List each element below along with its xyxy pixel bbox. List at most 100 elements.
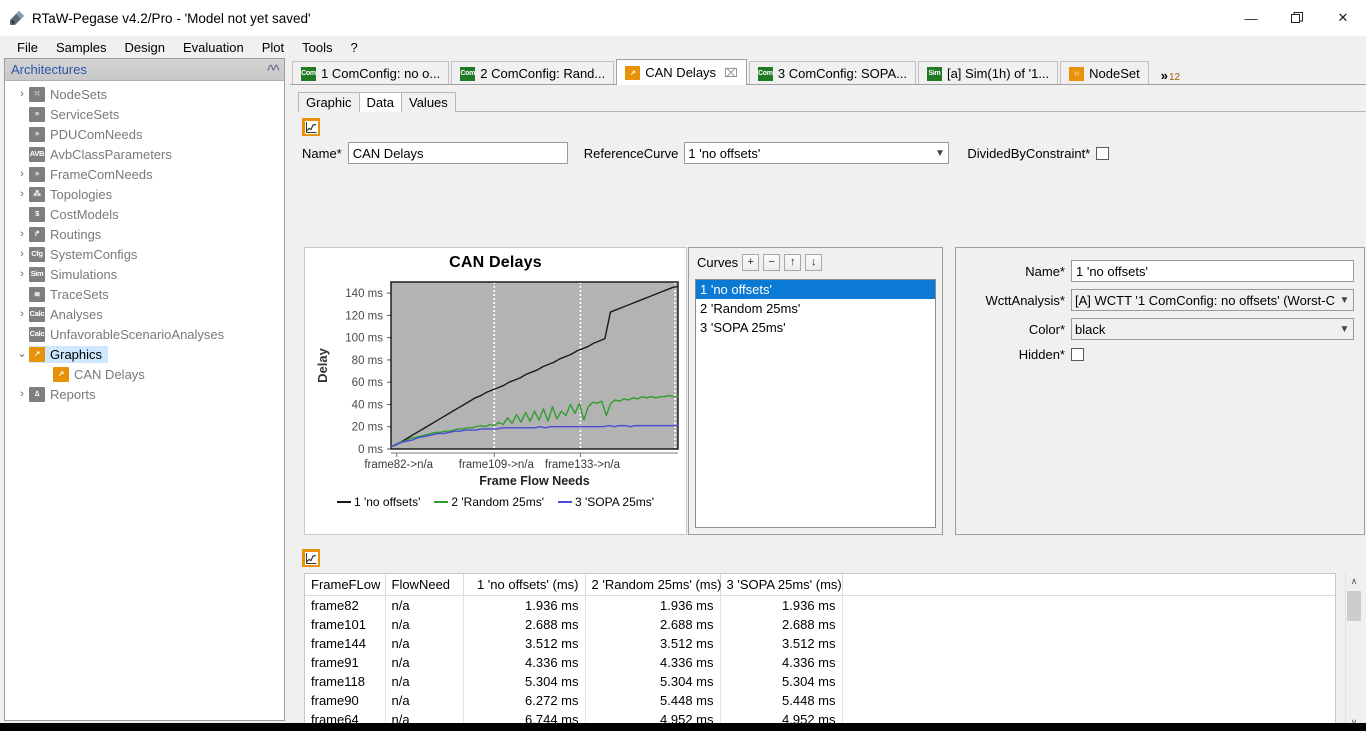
table-vertical-scrollbar[interactable]: ∧ ∨ (1345, 573, 1362, 731)
twisty-expanded-icon[interactable]: ⌄ (15, 348, 29, 360)
sidebar-item-tracesets[interactable]: ›≣TraceSets (5, 284, 284, 304)
app-icon (8, 9, 26, 27)
sidebar-header: Architectures ^^ (5, 59, 284, 81)
sidebar-item-unfavorablescenarioanalyses[interactable]: ›CalcUnfavorableScenarioAnalyses (5, 324, 284, 344)
curve-list-item[interactable]: 2 'Random 25ms' (696, 299, 935, 318)
twisty-collapsed-icon[interactable]: › (15, 88, 29, 100)
close-button[interactable]: ✕ (1320, 0, 1366, 36)
tab-data[interactable]: Data (358, 92, 402, 112)
wctt-analysis-select[interactable]: [A] WCTT '1 ComConfig: no offsets' (Wors… (1071, 289, 1354, 311)
twisty-collapsed-icon[interactable]: › (15, 168, 29, 180)
add-curve-button[interactable]: + (742, 254, 760, 271)
menu-file[interactable]: File (8, 38, 47, 57)
curve-color-label: Color* (1028, 321, 1065, 337)
sidebar-item-avbclassparameters[interactable]: ›AVBAvbClassParameters (5, 144, 284, 164)
move-curve-down-button[interactable]: ↓ (805, 254, 823, 271)
table-cell: 3.512 ms (720, 634, 843, 653)
sidebar-item-reports[interactable]: › ∆ Reports (5, 384, 284, 404)
tab-overflow-button[interactable]: » 12 (1155, 59, 1186, 83)
table-cell: n/a (385, 672, 464, 691)
sidebar-item-can-delays[interactable]: ›↗CAN Delays (5, 364, 284, 384)
table-column-header[interactable]: 3 'SOPA 25ms' (ms) (720, 574, 843, 596)
curve-list-item[interactable]: 1 'no offsets' (696, 280, 935, 299)
sidebar-item-label: Reports (50, 386, 96, 402)
sidebar-item-routings[interactable]: › ↱ Routings (5, 224, 284, 244)
table-cell: 1.936 ms (585, 595, 721, 615)
table-row[interactable]: frame82 n/a 1.936 ms 1.936 ms 1.936 ms (305, 595, 1335, 615)
twisty-collapsed-icon[interactable]: › (15, 228, 29, 240)
sidebar-item-servicesets[interactable]: ›≡ServiceSets (5, 104, 284, 124)
editor-tab-1-comconfig-no-o[interactable]: Com 1 ComConfig: no o... (292, 61, 450, 85)
table-body: frame82 n/a 1.936 ms 1.936 ms 1.936 ms frame1… (305, 595, 1335, 730)
sidebar-item-content: ≣ TraceSets (29, 286, 115, 303)
sidebar-item-label: Topologies (50, 186, 113, 202)
sidebar-item-analyses[interactable]: › Calc Analyses (5, 304, 284, 324)
divided-by-constraint-checkbox[interactable] (1096, 146, 1110, 160)
sidebar-item-topologies[interactable]: › ⁂ Topologies (5, 184, 284, 204)
tab-graphic[interactable]: Graphic (298, 92, 360, 112)
table-row[interactable]: frame118 n/a 5.304 ms 5.304 ms 5.304 ms (305, 672, 1335, 691)
twisty-collapsed-icon[interactable]: › (15, 248, 29, 260)
sidebar-item-content: ≡ FrameComNeeds (29, 166, 159, 183)
twisty-collapsed-icon[interactable]: › (15, 268, 29, 280)
legend-label: 2 'Random 25ms' (451, 495, 544, 509)
editor-tab-3-comconfig-sopa[interactable]: Com 3 ComConfig: SOPA... (748, 61, 916, 85)
curve-list-item[interactable]: 3 'SOPA 25ms' (696, 318, 935, 337)
table-column-header[interactable]: FlowNeed (385, 574, 464, 596)
menu-help[interactable]: ? (341, 38, 366, 57)
table-header-row: FrameFLow FlowNeed 1 'no offsets' (ms) 2 'R… (305, 574, 1335, 596)
legend-label: 1 'no offsets' (353, 495, 421, 509)
legend-color-swatch (434, 500, 449, 504)
curve-name-input[interactable]: 1 'no offsets' (1071, 260, 1354, 282)
tab-values[interactable]: Values (401, 92, 456, 112)
move-curve-up-button[interactable]: ↑ (784, 254, 802, 271)
sidebar-item-graphics[interactable]: ⌄ ↗ Graphics (5, 344, 284, 364)
sidebar-item-label: Routings (50, 226, 102, 242)
editor-tab--a-sim-1h-of-1[interactable]: Sim [a] Sim(1h) of '1... (917, 61, 1059, 85)
editor-tab-can-delays[interactable]: ↗ CAN Delays ⌧ (616, 59, 747, 85)
editor-tab-2-comconfig-rand[interactable]: Com 2 ComConfig: Rand... (451, 61, 615, 85)
sidebar-item-framecomneeds[interactable]: › ≡ FrameComNeeds (5, 164, 284, 184)
sidebar-item-simulations[interactable]: › Sim Simulations (5, 264, 284, 284)
editor-tab-label: 1 ComConfig: no o... (321, 66, 441, 81)
scrollbar-thumb[interactable] (1347, 591, 1361, 621)
twisty-collapsed-icon[interactable]: › (15, 188, 29, 200)
sidebar-item-costmodels[interactable]: ›$CostModels (5, 204, 284, 224)
scroll-up-arrow-icon[interactable]: ∧ (1346, 573, 1362, 590)
sidebar-item-pducomneeds[interactable]: ›≡PDUComNeeds (5, 124, 284, 144)
reference-curve-select[interactable]: 1 'no offsets' ▼ (684, 142, 950, 164)
twisty-collapsed-icon[interactable]: › (15, 388, 29, 400)
close-icon[interactable]: ⌧ (724, 66, 738, 80)
curves-list[interactable]: 1 'no offsets' 2 'Random 25ms' 3 'SOPA 25m… (695, 279, 936, 528)
sidebar-item-content: ↱ Routings (29, 226, 107, 243)
menu-plot[interactable]: Plot (253, 38, 293, 57)
table-row[interactable]: frame144 n/a 3.512 ms 3.512 ms 3.512 ms (305, 634, 1335, 653)
chart-icon[interactable] (302, 549, 320, 567)
menu-evaluation[interactable]: Evaluation (174, 38, 253, 57)
name-input[interactable]: CAN Delays (347, 142, 568, 164)
editor-tab-nodeset[interactable]: ⁙ NodeSet (1060, 61, 1149, 85)
table-row[interactable]: frame91 n/a 4.336 ms 4.336 ms 4.336 ms (305, 653, 1335, 672)
menu-samples[interactable]: Samples (47, 38, 116, 57)
twisty-collapsed-icon[interactable]: › (15, 308, 29, 320)
table-cell: n/a (385, 691, 464, 710)
divided-by-constraint-label: DividedByConstraint* (967, 145, 1091, 161)
table-row[interactable]: frame101 n/a 2.688 ms 2.688 ms 2.688 ms (305, 615, 1335, 634)
editor-tab-label: 2 ComConfig: Rand... (480, 66, 606, 81)
sidebar-item-nodesets[interactable]: › ⁙ NodeSets (5, 84, 284, 104)
menu-design[interactable]: Design (116, 38, 174, 57)
table-column-header[interactable]: 1 'no offsets' (ms) (463, 574, 586, 596)
sidebar-item-systemconfigs[interactable]: › Cfg SystemConfigs (5, 244, 284, 264)
chevron-double-up-icon[interactable]: ^^ (267, 62, 280, 77)
curve-hidden-checkbox[interactable] (1071, 348, 1084, 361)
restore-button[interactable] (1274, 0, 1320, 36)
minimize-button[interactable]: — (1228, 0, 1274, 36)
window-title: RTaW-Pegase v4.2/Pro - 'Model not yet sa… (32, 10, 311, 26)
table-column-header[interactable]: FrameFLow (305, 574, 386, 596)
table-row[interactable]: frame90 n/a 6.272 ms 5.448 ms 5.448 ms (305, 691, 1335, 710)
remove-curve-button[interactable]: − (763, 254, 781, 271)
menu-tools[interactable]: Tools (293, 38, 341, 57)
table-column-header[interactable]: 2 'Random 25ms' (ms) (585, 574, 721, 596)
curve-color-select[interactable]: black ▼ (1071, 318, 1354, 340)
chart-icon[interactable] (302, 118, 320, 136)
